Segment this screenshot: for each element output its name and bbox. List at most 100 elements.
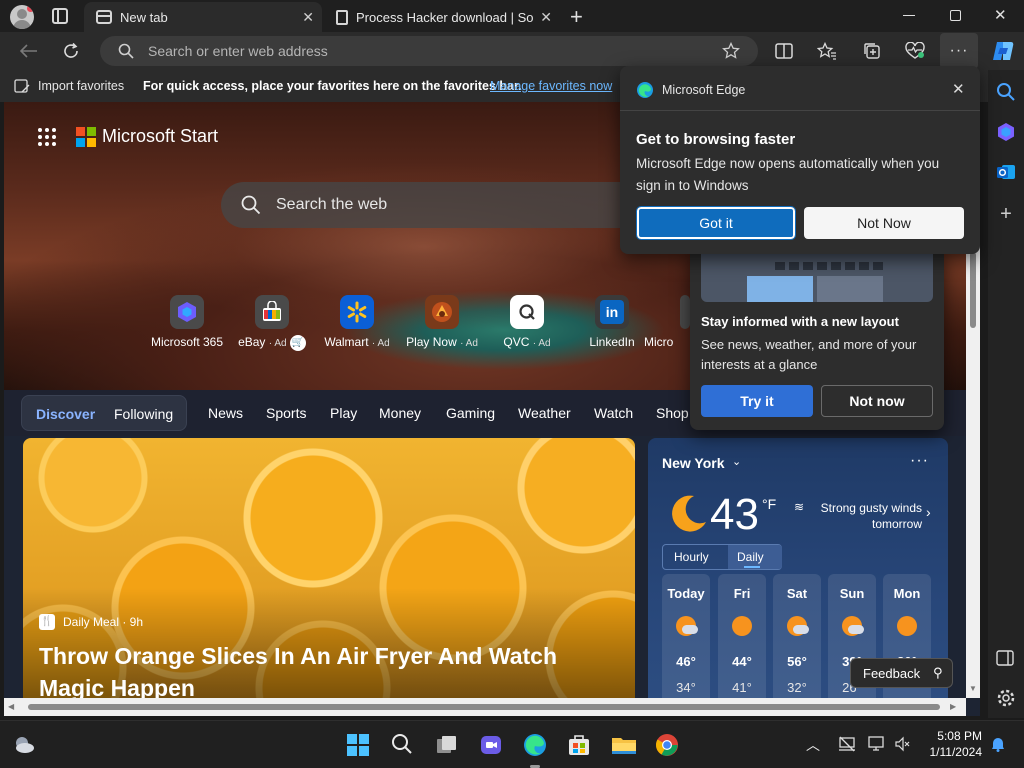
scrollbar-thumb[interactable] [28, 704, 940, 710]
hide-sidebar-icon[interactable] [996, 650, 1016, 670]
got-it-button[interactable]: Got it [636, 206, 796, 240]
settings-more-button[interactable]: ··· [940, 33, 978, 69]
more-options-icon[interactable]: ··· [910, 452, 929, 470]
search-icon[interactable] [996, 82, 1016, 102]
split-screen-icon[interactable] [771, 38, 797, 64]
quick-link-walmart[interactable]: Walmart · Ad [312, 295, 402, 349]
task-view-icon[interactable] [435, 733, 459, 757]
search-icon[interactable] [391, 733, 415, 757]
forecast-day[interactable]: Sun 39° 26° [828, 574, 876, 716]
nav-money[interactable]: Money [379, 405, 421, 421]
tab-daily[interactable]: Daily [737, 550, 764, 564]
web-search-input[interactable]: Search the web [276, 196, 387, 214]
nav-weather[interactable]: Weather [518, 405, 571, 421]
minimize-button[interactable] [903, 15, 915, 16]
new-tab-button[interactable]: + [570, 4, 583, 30]
restore-button[interactable] [950, 10, 961, 21]
sun-icon [897, 616, 917, 636]
try-it-button[interactable]: Try it [701, 385, 813, 417]
scroll-right-arrow[interactable]: ▶ [950, 702, 956, 711]
close-tab-icon[interactable]: ✕ [540, 9, 552, 26]
nav-play[interactable]: Play [330, 405, 357, 421]
apps-grid-icon[interactable] [38, 127, 56, 146]
close-window-button[interactable]: ✕ [994, 6, 1007, 24]
nav-gaming[interactable]: Gaming [446, 405, 495, 421]
tab-process-hacker[interactable]: Process Hacker download | Sour ✕ [326, 2, 562, 32]
copilot-icon[interactable] [990, 38, 1016, 64]
nav-news[interactable]: News [208, 405, 243, 421]
nav-watch[interactable]: Watch [594, 405, 633, 421]
quick-link-microsoft-365[interactable]: Microsoft 365 [142, 295, 232, 349]
forecast-day[interactable]: Today 46° 34° [662, 574, 710, 716]
favorites-icon[interactable] [814, 38, 840, 64]
moon-icon [666, 492, 710, 536]
tab-actions-icon[interactable] [52, 8, 68, 24]
forecast-day-name: Fri [733, 586, 751, 601]
favorites-prompt: For quick access, place your favorites h… [143, 79, 522, 93]
display-icon[interactable] [868, 735, 886, 753]
quick-link-play-now[interactable]: Play Now · Ad [397, 295, 487, 349]
microsoft-store-icon[interactable] [567, 733, 591, 757]
address-input[interactable]: Search or enter web address [148, 43, 328, 59]
file-explorer-icon[interactable] [611, 733, 636, 757]
show-hidden-icons-chevron[interactable]: ︿ [806, 735, 820, 755]
volume-muted-icon[interactable] [894, 736, 910, 752]
profile-avatar[interactable] [10, 5, 34, 29]
close-popup-icon[interactable]: ✕ [952, 80, 965, 98]
feedback-button[interactable]: Feedback ⚲ [850, 658, 953, 688]
tab-discover[interactable]: Discover [36, 406, 95, 422]
horizontal-scrollbar[interactable]: ◀ ▶ [4, 698, 966, 716]
tab-new-tab[interactable]: New tab ✕ [84, 2, 322, 32]
walmart-spark-icon [340, 295, 374, 329]
chevron-right-icon[interactable]: › [926, 504, 931, 520]
temperature-unit[interactable]: °F [762, 496, 776, 512]
add-sidebar-app-icon[interactable]: + [996, 204, 1016, 224]
nav-sports[interactable]: Sports [266, 405, 306, 421]
collections-icon[interactable] [859, 38, 885, 64]
main-story-card[interactable]: 🍴 Daily Meal · 9h Throw Orange Slices In… [23, 438, 635, 716]
quick-link-micro[interactable]: Micro [640, 295, 690, 349]
teams-chat-icon[interactable] [479, 733, 503, 757]
notification-bell-icon[interactable] [990, 736, 1006, 752]
brand-title[interactable]: Microsoft Start [102, 126, 218, 147]
forecast-day[interactable]: Fri 44° 41° [718, 574, 766, 716]
chrome-icon[interactable] [655, 733, 679, 757]
weather-condition[interactable]: Strong gusty winds tomorrow [814, 500, 922, 532]
web-search-box[interactable]: Search the web [221, 182, 651, 228]
nav-shop[interactable]: Shop [656, 405, 689, 421]
not-now-layout-button[interactable]: Not now [821, 385, 933, 417]
forecast-high: 46° [676, 654, 696, 669]
edge-taskbar-icon[interactable] [523, 733, 547, 757]
scroll-left-arrow[interactable]: ◀ [8, 702, 14, 711]
sidebar-settings-gear-icon[interactable] [996, 688, 1016, 708]
tab-following[interactable]: Following [114, 406, 173, 422]
refresh-button[interactable] [58, 38, 84, 64]
address-bar[interactable]: Search or enter web address [100, 36, 758, 66]
weather-location[interactable]: New York [662, 455, 725, 471]
outlook-icon[interactable] [996, 162, 1016, 182]
daily-meal-icon: 🍴 [39, 614, 55, 630]
favorite-star-icon[interactable] [722, 42, 740, 60]
layout-preview-image [701, 246, 933, 302]
forecast-day[interactable]: Mon 30° [883, 574, 931, 716]
weather-widget-icon[interactable] [12, 733, 36, 757]
copilot-sidebar-icon[interactable] [996, 122, 1016, 142]
manage-favorites-link[interactable]: Manage favorites now [490, 79, 612, 93]
quick-link-ebay[interactable]: eBay · Ad 🛒 [227, 295, 317, 351]
back-button[interactable] [16, 38, 42, 64]
scrollbar-thumb[interactable] [970, 252, 976, 328]
start-menu-icon[interactable] [346, 733, 370, 757]
forecast-day[interactable]: Sat 56° 32° [773, 574, 821, 716]
quick-link-label: LinkedIn [589, 335, 635, 349]
close-tab-icon[interactable]: ✕ [302, 9, 314, 26]
story-headline[interactable]: Throw Orange Slices In An Air Fryer And … [39, 640, 599, 704]
network-off-icon[interactable] [838, 736, 856, 752]
chevron-down-icon[interactable]: ⌄ [732, 455, 741, 468]
quick-link-qvc[interactable]: QVC · Ad [482, 295, 572, 349]
import-favorites-button[interactable]: Import favorites [38, 79, 124, 93]
tab-hourly[interactable]: Hourly [674, 550, 709, 564]
scroll-down-arrow[interactable]: ▼ [969, 684, 977, 693]
browser-essentials-icon[interactable] [902, 38, 928, 64]
not-now-button[interactable]: Not Now [804, 207, 964, 239]
clock[interactable]: 5:08 PM 1/11/2024 [918, 728, 983, 760]
